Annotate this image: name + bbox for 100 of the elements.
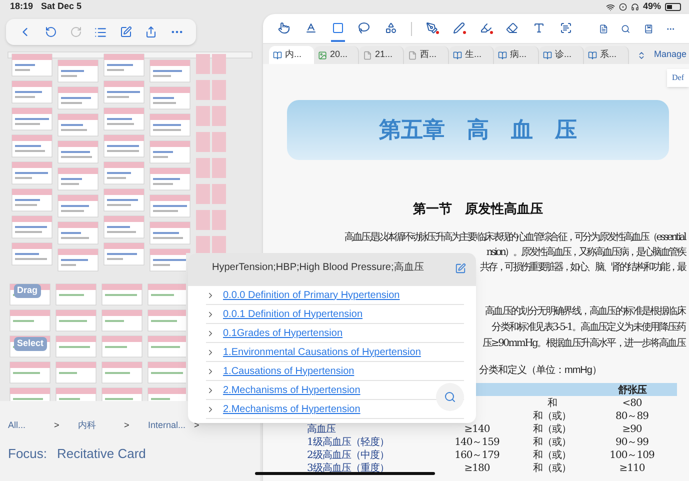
table-cell: 80～89 — [616, 410, 648, 422]
status-date: Sat Dec 5 — [41, 0, 82, 14]
shapes-icon — [385, 22, 398, 34]
table-cell: ≥90 — [622, 424, 642, 434]
chapter-title: 第五章 高 血 压 — [379, 116, 577, 144]
chevron-icon[interactable] — [206, 404, 215, 414]
focus-value[interactable]: Recitative Card — [57, 444, 146, 464]
table-cell: 140～159 — [454, 436, 500, 448]
chevron-icon[interactable] — [206, 348, 215, 356]
highlighter-icon — [480, 22, 492, 34]
chevron-icon[interactable] — [206, 366, 215, 376]
share-icon[interactable] — [144, 26, 157, 38]
paragraph-line: 压≥90mmHg。根据血压升高水平，进一步将高血压 — [482, 338, 685, 350]
topic-link[interactable]: 0.1Grades of Hypertension — [223, 326, 343, 340]
breadcrumb-item[interactable]: All... — [8, 418, 50, 432]
edit-icon[interactable] — [455, 263, 466, 274]
paragraph-line: 共存，可损伤重要脏器，如心、脑、肾的结构和功能，最 — [480, 262, 685, 274]
text-underline-icon — [304, 22, 317, 34]
undo-icon[interactable] — [45, 26, 58, 38]
topic-link[interactable]: 0.0.0 Definition of Primary Hypertension — [223, 288, 400, 302]
document-tab[interactable]: 系... — [584, 46, 629, 64]
topic-link[interactable]: 0.0.1 Definition of Hypertension — [223, 306, 363, 322]
column-heading: 舒张压 — [616, 384, 648, 398]
paragraph-line: nsion）。原发性高血压，又称高血压病，是心脑血管疾 — [486, 246, 685, 258]
search-button[interactable] — [436, 383, 464, 411]
table-cell: ≥180 — [464, 462, 490, 474]
table-cell: 高血压 — [307, 424, 336, 434]
page-icon[interactable] — [599, 22, 608, 34]
document-tab[interactable]: 病... — [494, 46, 539, 64]
wifi-icon — [606, 2, 615, 12]
table-cell: 100～109 — [610, 450, 654, 460]
topic-link[interactable]: 1.Environmental Causations of Hypertension — [223, 344, 421, 360]
popup-title: HyperTension;HBP;High Blood Pressure;高血压 — [212, 260, 424, 275]
book-icon — [453, 50, 462, 60]
list-icon[interactable] — [94, 26, 108, 38]
section-heading: 第一节 原发性高血压 — [413, 200, 543, 219]
text-select-icon — [560, 22, 572, 34]
table-cell: 和（或） — [533, 410, 571, 422]
headphones-icon — [630, 3, 639, 11]
table-cell: 和（或） — [533, 450, 571, 460]
document-tab[interactable]: 生... — [449, 46, 494, 64]
table-cell: 2级高血压（中度） — [307, 450, 389, 460]
document-tab[interactable]: 西... — [404, 46, 449, 64]
eraser-icon — [506, 22, 518, 34]
bookmark-icon[interactable] — [644, 22, 653, 34]
table-cell: 和 — [547, 398, 557, 408]
table-cell: 和（或） — [533, 462, 571, 474]
topic-link[interactable]: 2.Mechanisms of Hypertension — [223, 402, 360, 416]
lock-rotation-icon — [618, 3, 627, 11]
breadcrumb-item[interactable]: Internal... — [148, 418, 190, 432]
table-cell: <80 — [622, 398, 642, 408]
topic-link[interactable]: 1.Causations of Hypertension — [223, 364, 354, 378]
book-icon — [273, 50, 282, 60]
clock-time: 18:19 — [10, 0, 34, 14]
manage-button[interactable]: Manage — [654, 46, 687, 64]
battery-icon — [665, 3, 681, 11]
table-cell: ≥140 — [464, 424, 490, 434]
chevron-icon[interactable] — [206, 328, 215, 338]
battery-percent: 49% — [642, 0, 661, 14]
topic-link[interactable]: 2.Mechanisms of Hypertension — [223, 382, 360, 398]
rectangle-select-icon — [332, 22, 344, 34]
breadcrumb-separator: > — [194, 418, 200, 432]
focus-label: Focus: — [8, 445, 48, 463]
mode-label[interactable]: Drag — [14, 284, 41, 298]
lasso-icon — [358, 22, 370, 34]
table-cell: 160～179 — [454, 450, 500, 460]
book-icon — [588, 50, 597, 60]
paragraph-line: 高血压是以体循环动脉压升高为主要临床表现的心血管综合征，可分为原发性高血压（essential — [344, 232, 685, 244]
table-cell: 和（或） — [533, 436, 571, 448]
def-button[interactable]: Def — [667, 69, 689, 87]
chevron-icon[interactable] — [206, 386, 215, 394]
mode-label[interactable]: Select — [14, 337, 47, 350]
book-icon — [543, 50, 552, 60]
paragraph-line: 分类和标准见表3-5-1。高血压定义为未使用降压药 — [492, 322, 685, 334]
document-icon — [408, 50, 417, 60]
breadcrumb-item[interactable]: 内科 — [78, 418, 120, 432]
chevron-icon[interactable] — [206, 310, 215, 318]
search-icon[interactable] — [621, 22, 631, 34]
text-box-icon — [533, 22, 546, 34]
table-cell: 和（或） — [533, 424, 571, 434]
document-icon — [363, 50, 372, 60]
document-tab[interactable]: 20... — [314, 46, 359, 64]
document-tab[interactable]: 内... — [269, 46, 314, 64]
table-cell: 90～99 — [616, 436, 648, 448]
breadcrumb-separator: > — [54, 418, 60, 432]
sort-icon[interactable] — [637, 51, 646, 60]
search-icon — [444, 391, 456, 403]
document-tab[interactable]: 21... — [359, 46, 404, 64]
table-caption: 分类和定义（单位：mmHg） — [479, 364, 602, 376]
table-cell: ≥110 — [619, 462, 645, 474]
table-cell: 1级高血压（轻度） — [307, 436, 389, 448]
pen-icon — [426, 22, 438, 34]
image-icon — [318, 50, 327, 60]
paragraph-line: 高血压的划分无明确界线，高血压的标准是根据临床 — [484, 306, 685, 318]
edit-icon[interactable] — [120, 26, 132, 38]
book-icon — [498, 50, 507, 60]
hand-pointer-icon — [278, 22, 290, 34]
chevron-icon[interactable] — [206, 290, 215, 300]
breadcrumb-separator: > — [124, 418, 130, 432]
document-tab[interactable]: 诊... — [539, 46, 584, 64]
